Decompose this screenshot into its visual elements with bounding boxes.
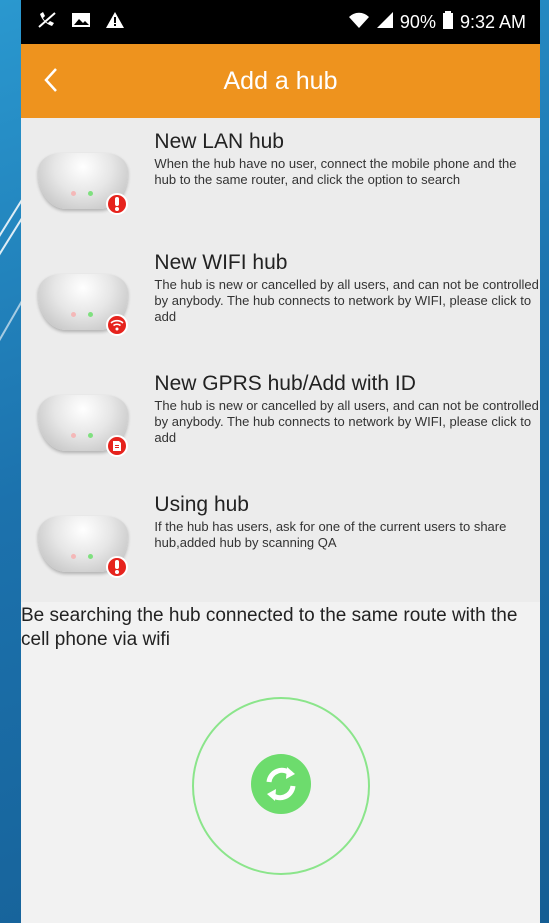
hub-option-description: When the hub have no user, connect the m… [154, 156, 517, 187]
hub-option-using[interactable]: Using hub If the hub has users, ask for … [21, 481, 540, 602]
search-area [21, 652, 540, 923]
refresh-icon [249, 752, 313, 821]
hub-device-icon [35, 516, 130, 578]
app-header: Add a hub [21, 44, 540, 118]
hub-option-title: New LAN hub [154, 130, 284, 153]
wifi-icon [106, 314, 129, 336]
page-title: Add a hub [223, 66, 338, 95]
phone-screen: 90% 9:32 AM Add a hub New LAN hub When t… [21, 0, 540, 923]
battery-percent: 90% [399, 11, 436, 32]
image-icon [71, 11, 91, 34]
hub-device-icon [35, 153, 130, 215]
hub-option-wifi[interactable]: New WIFI hub The hub is new or cancelled… [21, 239, 540, 360]
search-ring[interactable] [192, 697, 370, 875]
hub-option-title: New WIFI hub [154, 251, 288, 274]
exclamation-icon [106, 556, 129, 578]
cell-signal-icon [376, 11, 394, 34]
hub-device-icon [35, 395, 130, 457]
hub-option-lan[interactable]: New LAN hub When the hub have no user, c… [21, 118, 540, 239]
hub-option-description: The hub is new or cancelled by all users… [154, 398, 539, 445]
no-call-icon [37, 11, 57, 34]
exclamation-icon [106, 193, 129, 215]
hub-option-description: The hub is new or cancelled by all users… [154, 277, 539, 324]
warning-icon [105, 11, 125, 34]
status-bar: 90% 9:32 AM [21, 0, 540, 44]
hub-option-title: New GPRS hub/Add with ID [154, 372, 416, 395]
hub-options-list: New LAN hub When the hub have no user, c… [21, 118, 540, 602]
chevron-left-icon [43, 67, 59, 98]
hub-option-title: Using hub [154, 493, 249, 516]
search-status-message: Be searching the hub connected to the sa… [21, 605, 518, 650]
clock: 9:32 AM [459, 11, 526, 32]
back-button[interactable] [33, 64, 69, 100]
hub-option-description: If the hub has users, ask for one of the… [154, 519, 507, 550]
hub-device-icon [35, 274, 130, 336]
wifi-signal-icon [348, 11, 370, 34]
sim-card-icon [106, 435, 129, 457]
hub-option-gprs[interactable]: New GPRS hub/Add with ID The hub is new … [21, 360, 540, 481]
battery-icon [442, 10, 454, 34]
